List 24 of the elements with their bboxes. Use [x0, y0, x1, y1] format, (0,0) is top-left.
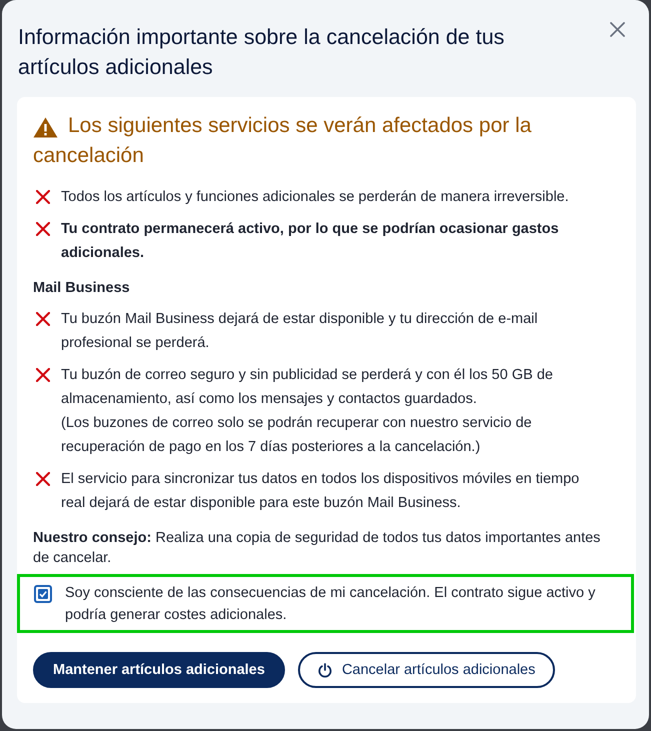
list-item-text: Tu contrato permanecerá activo, por lo que se podrían ocasionar gastos adicionales. [61, 220, 560, 263]
cross-icon [36, 190, 50, 204]
cross-icon [36, 368, 50, 382]
list-item-text: Tu buzón de correo seguro y sin publicidad se perderá y con él los 50 GB de almacenamiento, así como los mensajes y contactos guardados. [61, 366, 554, 409]
section-title: Mail Business [33, 279, 131, 298]
list-item-note: (Los buzones de correo solo se podrán recuperar con nuestro servicio de recuperación de pago en los 7 días posteriores a la cancelación.) [61, 414, 533, 457]
close-button[interactable] [610, 22, 625, 37]
list-item-text: Tu buzón Mail Business dejará de estar disponible y tu dirección de e-mail profesional se perderá. [61, 310, 539, 353]
warning-heading: Los siguientes servicios se verán afectados por la cancelación [33, 113, 532, 169]
cross-icon [36, 312, 50, 326]
warning-icon [33, 117, 58, 138]
keep-button[interactable]: Mantener artículos adicionales [33, 652, 285, 688]
cancel-button[interactable]: Cancelar artículos adicionales [298, 652, 556, 688]
list-item-text: El servicio para sincronizar tus datos en todos los dispositivos móviles en tiempo real dejará de estar disponible para este buzón Mail Business. [61, 470, 580, 513]
list-item-text: Todos los artículos y funciones adicionales se perderán de manera irreversible. [61, 188, 570, 207]
close-icon [610, 22, 625, 37]
cross-icon [36, 472, 50, 486]
consent-checkbox[interactable] [34, 585, 52, 603]
dialog-title: Información importante sobre la cancelación de tus artículos adicionales [18, 24, 506, 81]
advice-text: Nuestro consejo: Realiza una copia de seguridad de todos tus datos importantes antes de cancelar. [33, 529, 602, 568]
check-icon [38, 589, 48, 599]
cross-icon [36, 222, 50, 236]
power-icon [318, 662, 332, 678]
consent-label: Soy consciente de las consecuencias de mi cancelación. El contrato sigue activo y podría generar costes adicionales. [65, 584, 596, 625]
